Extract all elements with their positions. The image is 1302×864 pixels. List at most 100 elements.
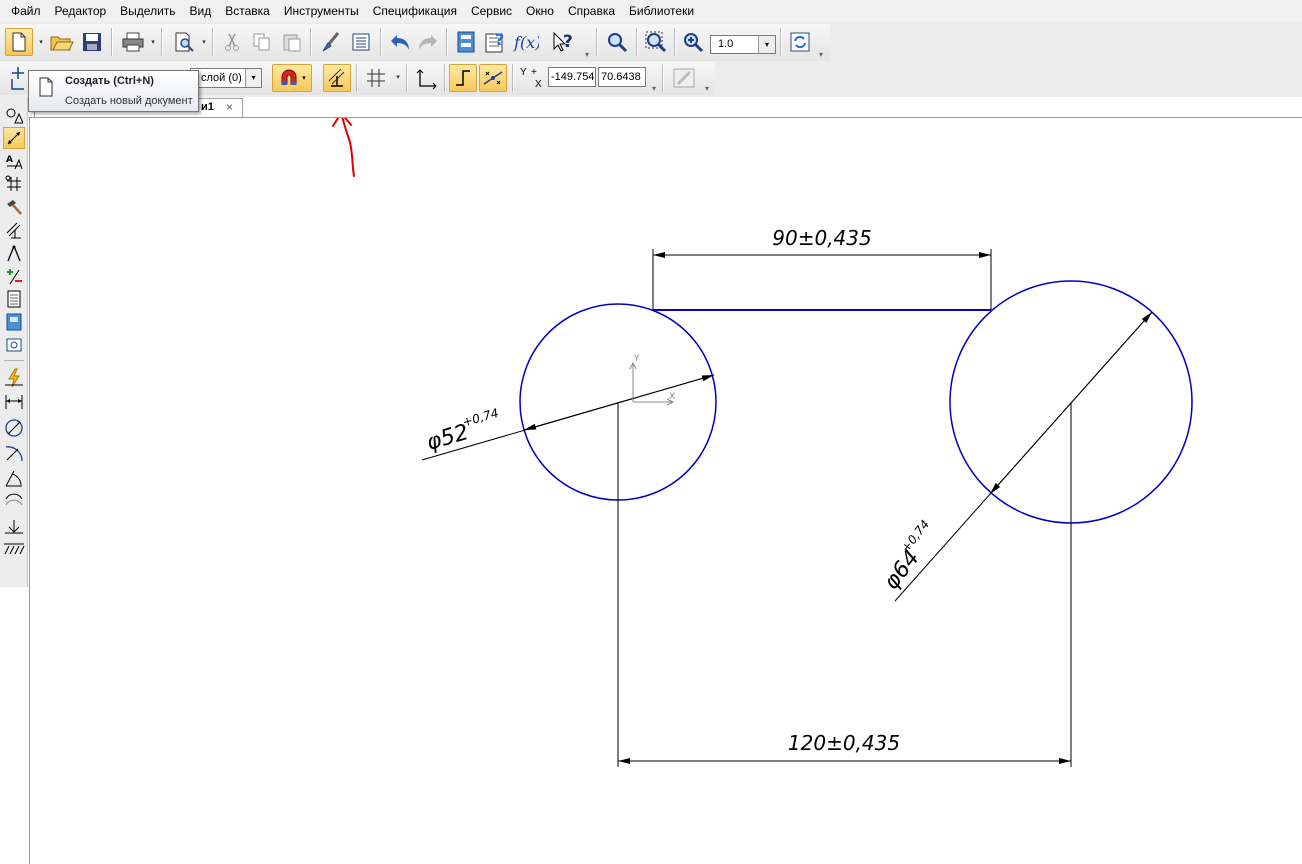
paste-button[interactable]	[278, 28, 306, 56]
toolbar-separator	[380, 28, 382, 56]
toolbar-grip[interactable]: ▾	[585, 50, 591, 60]
floppy-disk-icon	[83, 33, 101, 51]
toolbar-grip[interactable]: ▾	[819, 50, 825, 60]
toolbar-separator	[780, 28, 782, 56]
save-button[interactable]	[78, 28, 106, 56]
preview-icon	[175, 32, 194, 52]
new-document-button[interactable]	[5, 28, 33, 56]
height-dimension-button[interactable]	[3, 517, 25, 539]
properties-button[interactable]	[347, 28, 375, 56]
hatch-icon	[4, 543, 25, 555]
parametrization-tab-button[interactable]	[3, 196, 25, 218]
cut-button[interactable]	[218, 28, 246, 56]
radius-icon	[5, 446, 23, 462]
manager-button[interactable]	[452, 28, 480, 56]
insert-tab-button[interactable]	[3, 311, 25, 333]
designation-icon: A	[6, 155, 23, 170]
auto-line-button[interactable]	[3, 367, 25, 389]
top-dimension-text[interactable]: 90±0,435	[772, 226, 871, 250]
menu-libraries[interactable]: Библиотеки	[622, 0, 701, 22]
geometry-icon	[6, 108, 23, 124]
toolbar-separator	[406, 64, 408, 92]
variables-button[interactable]: ?	[482, 28, 510, 56]
coord-x-input[interactable]: -149.754	[548, 67, 596, 87]
paste-icon	[283, 34, 301, 52]
menu-select[interactable]: Выделить	[113, 0, 182, 22]
surface-hatch-button[interactable]	[3, 538, 25, 560]
coord-y-input[interactable]: 70.6438	[598, 67, 646, 87]
menu-editor[interactable]: Редактор	[48, 0, 114, 22]
diameter-dimension-button[interactable]	[3, 417, 25, 439]
menu-view[interactable]: Вид	[183, 0, 219, 22]
brush-icon	[322, 32, 340, 52]
disabled-tool-button[interactable]	[670, 64, 698, 92]
left-diameter-dimension-line[interactable]	[523, 374, 715, 431]
grid-button[interactable]	[362, 64, 390, 92]
ortho-mode-button[interactable]	[449, 64, 477, 92]
select-tab-button[interactable]	[3, 242, 25, 264]
hammer-icon	[7, 200, 22, 215]
global-snaps-button[interactable]: ▾	[272, 64, 312, 92]
right-diameter-label[interactable]: φ64 +0,74	[875, 517, 945, 594]
radial-dimension-button[interactable]	[3, 442, 25, 464]
geometry-tab-button[interactable]	[3, 104, 25, 126]
help-pointer-icon: ?	[553, 31, 573, 52]
measure-tab-button[interactable]	[3, 219, 25, 241]
open-button[interactable]	[48, 28, 76, 56]
redo-button[interactable]	[414, 28, 442, 56]
linear-dimension-button[interactable]	[3, 390, 25, 412]
linear-dimension-icon	[5, 395, 23, 409]
zoom-level-dropdown[interactable]: ▾	[758, 36, 775, 53]
arc-dimension-button[interactable]	[3, 492, 25, 514]
grid-dropdown-arrow[interactable]: ▾	[394, 74, 402, 82]
new-document-dropdown-arrow[interactable]: ▾	[37, 39, 45, 47]
axis-y-label: Y	[633, 354, 640, 364]
parametric-mode-button[interactable]	[479, 64, 507, 92]
drawing-canvas[interactable]: 90±0,435 120±0,435 φ52 +0,74 φ64 +0,74 Y…	[29, 117, 1302, 864]
plus-minus-icon	[7, 269, 22, 285]
bottom-dimension-text[interactable]: 120±0,435	[788, 731, 900, 755]
edit-tab-button[interactable]	[3, 173, 25, 195]
menu-service[interactable]: Сервис	[464, 0, 519, 22]
refresh-button[interactable]	[786, 28, 814, 56]
menu-tools[interactable]: Инструменты	[277, 0, 366, 22]
designations-tab-button[interactable]: A	[3, 150, 25, 172]
toolbar-separator	[446, 28, 448, 56]
menu-specification[interactable]: Спецификация	[366, 0, 464, 22]
copy-button[interactable]	[248, 28, 276, 56]
toolbar-separator	[310, 28, 312, 56]
grid-icon	[367, 69, 385, 87]
format-painter-button[interactable]	[317, 28, 345, 56]
preview-dropdown-arrow[interactable]: ▾	[200, 39, 208, 47]
reports-tab-button[interactable]	[3, 288, 25, 310]
print-button[interactable]	[119, 28, 147, 56]
function-button[interactable]: f(x)	[512, 28, 540, 56]
local-snap-button[interactable]	[323, 64, 351, 92]
menu-window[interactable]: Окно	[519, 0, 561, 22]
toolbar-grip[interactable]: ▾	[652, 84, 658, 94]
preview-button[interactable]	[170, 28, 198, 56]
zoom-window-button[interactable]	[642, 28, 670, 56]
lightning-icon	[5, 368, 23, 388]
diameter-icon	[5, 419, 23, 437]
menu-file[interactable]: Файл	[4, 0, 48, 22]
close-tab-icon[interactable]: ×	[226, 100, 233, 114]
menu-help[interactable]: Справка	[561, 0, 622, 22]
print-dropdown-arrow[interactable]: ▾	[149, 39, 157, 47]
views-tab-button[interactable]	[3, 334, 25, 356]
dimensions-tab-button[interactable]	[3, 127, 25, 149]
undo-button[interactable]	[386, 28, 414, 56]
menu-insert[interactable]: Вставка	[218, 0, 277, 22]
svg-text:A: A	[6, 155, 13, 165]
help-table-icon: ?	[485, 31, 504, 53]
toolbar-grip[interactable]: ▾	[705, 84, 711, 94]
report-icon	[7, 290, 21, 308]
current-layer-dropdown[interactable]: ▾	[245, 69, 261, 87]
zoom-in-button[interactable]	[679, 28, 707, 56]
angular-dimension-button[interactable]	[3, 467, 25, 489]
open-folder-icon	[50, 36, 74, 51]
zoom-frame-button[interactable]	[603, 28, 631, 56]
context-help-button[interactable]: ?	[549, 28, 577, 56]
local-cs-button[interactable]	[412, 64, 440, 92]
spec-tab-button[interactable]	[3, 265, 25, 287]
